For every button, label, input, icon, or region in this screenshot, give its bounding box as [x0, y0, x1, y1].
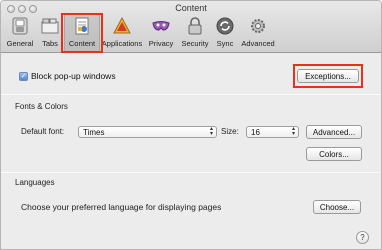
applications-icon [111, 15, 133, 37]
select-arrows-icon: ▴ ▾ [291, 126, 295, 137]
default-font-select[interactable]: Times ▴ ▾ [78, 126, 217, 138]
titlebar: Content General Tabs Content Application… [1, 1, 381, 53]
toolbar-item-general[interactable]: General [5, 15, 35, 51]
sync-icon [214, 15, 236, 37]
select-arrows-icon: ▴ ▾ [209, 126, 213, 137]
help-button[interactable]: ? [356, 231, 369, 244]
block-popups-label: Block pop-up windows [31, 71, 116, 81]
content-tab-highlight [61, 13, 103, 53]
advanced-fonts-button[interactable]: Advanced... [306, 125, 362, 139]
fonts-section-title: Fonts & Colors [15, 102, 68, 111]
privacy-mask-icon [150, 15, 172, 37]
colors-button[interactable]: Colors... [306, 147, 362, 161]
toolbar-item-security[interactable]: Security [178, 15, 212, 51]
toolbar-item-sync[interactable]: Sync [214, 15, 236, 51]
security-lock-icon [184, 15, 206, 37]
tabs-icon [39, 15, 61, 37]
toolbar-item-privacy[interactable]: Privacy [146, 15, 176, 51]
separator [1, 172, 381, 173]
content-pane: ✓ Block pop-up windows Exceptions... Fon… [1, 54, 381, 249]
font-size-select[interactable]: 16 ▴ ▾ [246, 126, 299, 138]
general-switch-icon [9, 15, 31, 37]
size-label: Size: [221, 127, 239, 136]
advanced-gear-icon [247, 15, 269, 37]
block-popups-row[interactable]: ✓ Block pop-up windows [19, 71, 116, 81]
languages-section-title: Languages [15, 178, 55, 187]
languages-description: Choose your preferred language for displ… [21, 202, 222, 212]
window-title: Content [175, 3, 207, 13]
toolbar-item-advanced[interactable]: Advanced [239, 15, 277, 51]
block-popups-checkbox[interactable]: ✓ [19, 71, 28, 81]
separator [1, 94, 381, 95]
toolbar-item-applications[interactable]: Applications [101, 15, 143, 51]
toolbar-item-tabs[interactable]: Tabs [37, 15, 63, 51]
choose-languages-button[interactable]: Choose... [313, 200, 361, 214]
exceptions-highlight [293, 64, 363, 88]
preferences-window: Content General Tabs Content Application… [0, 0, 382, 250]
default-font-label: Default font: [21, 127, 65, 136]
